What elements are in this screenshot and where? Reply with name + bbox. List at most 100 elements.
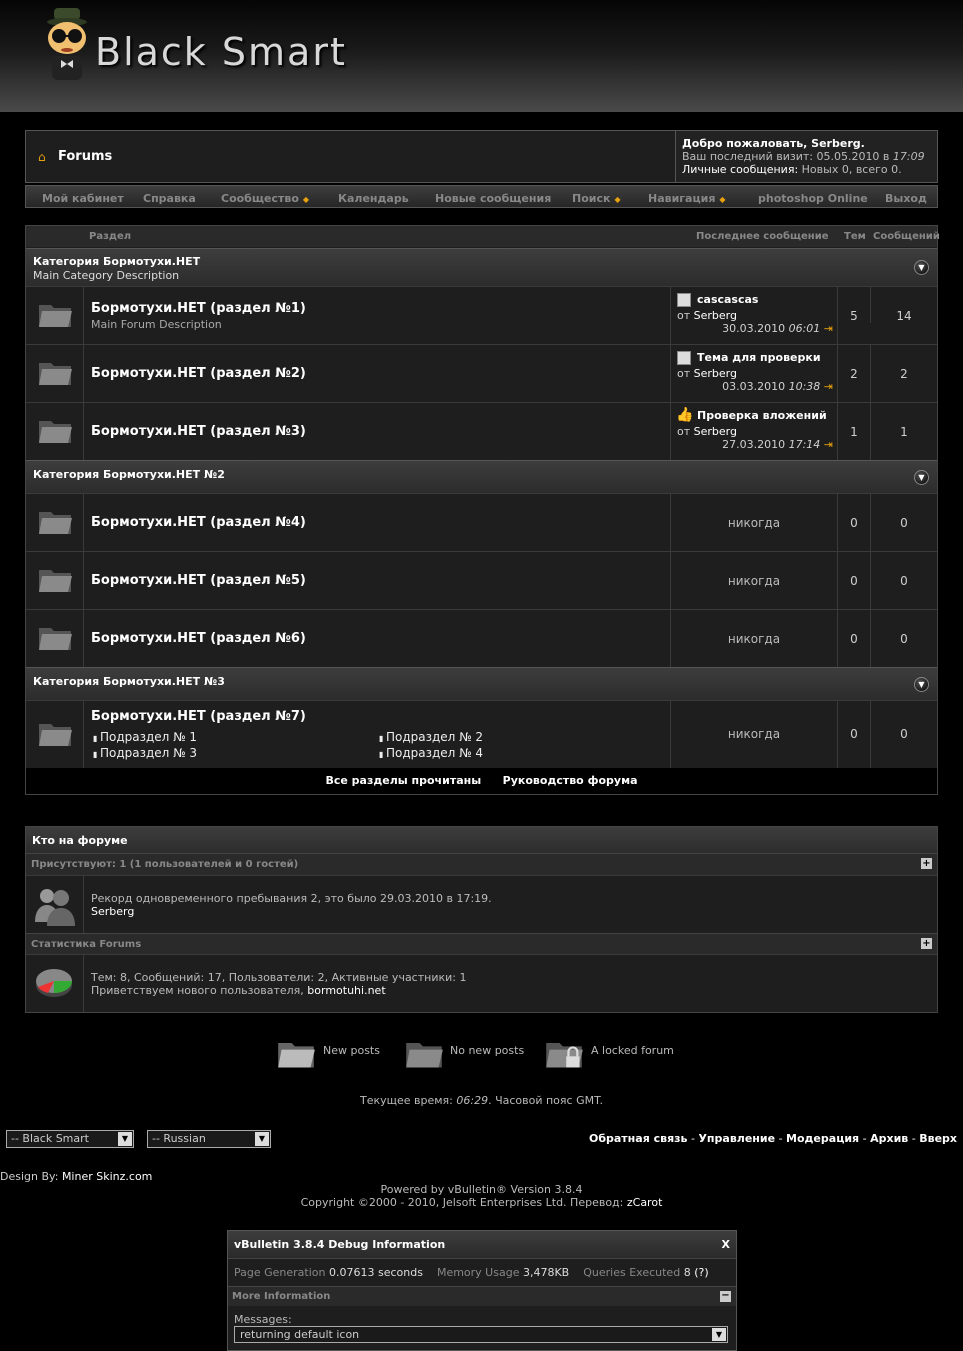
menu-photoshop-online[interactable]: photoshop Online xyxy=(758,192,868,205)
expand-icon[interactable]: + xyxy=(921,938,932,949)
threads-count-6: 0 xyxy=(850,632,858,646)
page-header: Black Smart xyxy=(0,0,963,112)
last-post-title-1[interactable]: cascascas xyxy=(697,293,758,306)
subforum-4[interactable]: ▮ Подраздел № 4 xyxy=(379,746,483,760)
last-post-author-2[interactable]: Serberg xyxy=(694,367,737,380)
more-info-label: More Information xyxy=(232,1291,331,1302)
breadcrumb-forums[interactable]: Forums xyxy=(58,149,112,164)
menu-logout[interactable]: Выход xyxy=(885,192,927,205)
forum-row-1: Бормотухи.НЕТ (раздел №1) Main Forum Des… xyxy=(26,286,937,344)
threads-count-4: 0 xyxy=(850,516,858,530)
category-title-2[interactable]: Категория Бормотухи.НЕТ №2 xyxy=(33,468,225,481)
forum-desc-1: Main Forum Description xyxy=(91,318,222,331)
category-header-3: Категория Бормотухи.НЕТ №3 ▼ xyxy=(26,667,937,700)
dropdown-diamond-icon: ◆ xyxy=(719,195,726,204)
forum-title-4[interactable]: Бормотухи.НЕТ (раздел №4) xyxy=(91,515,306,530)
messages-label: Messages: xyxy=(234,1313,292,1326)
debug-title: vBulletin 3.8.4 Debug Information xyxy=(234,1238,446,1251)
collapse-minus-icon[interactable]: − xyxy=(720,1291,731,1302)
forum-title-2[interactable]: Бормотухи.НЕТ (раздел №2) xyxy=(91,366,306,381)
collapse-icon[interactable]: ▼ xyxy=(914,470,929,485)
forum-title-1[interactable]: Бормотухи.НЕТ (раздел №1) xyxy=(91,301,306,316)
subforum-1[interactable]: ▮ Подраздел № 1 xyxy=(93,730,197,744)
online-user-serberg[interactable]: Serberg xyxy=(91,905,134,918)
last-post-author-3[interactable]: Serberg xyxy=(694,425,737,438)
menu-my-profile[interactable]: Мой кабинет xyxy=(42,192,124,205)
top-link[interactable]: Вверх xyxy=(919,1132,957,1145)
welcome-username[interactable]: Serberg xyxy=(811,137,860,150)
expand-icon[interactable]: + xyxy=(921,858,932,869)
forum-title-3[interactable]: Бормотухи.НЕТ (раздел №3) xyxy=(91,424,306,439)
contact-link[interactable]: Обратная связь xyxy=(589,1132,688,1145)
threads-count-3: 1 xyxy=(850,425,858,439)
design-link[interactable]: Miner Skinz.com xyxy=(62,1170,152,1183)
forum-title-7[interactable]: Бормотухи.НЕТ (раздел №7) xyxy=(91,709,306,724)
forum-title-6[interactable]: Бормотухи.НЕТ (раздел №6) xyxy=(91,631,306,646)
category-title-1[interactable]: Категория Бормотухи.НЕТ xyxy=(33,255,200,268)
queries-label: Queries Executed xyxy=(583,1266,684,1279)
collapse-icon[interactable]: ▼ xyxy=(914,677,929,692)
close-icon[interactable]: X xyxy=(722,1238,730,1251)
subforum-icon: ▮ xyxy=(93,734,100,743)
subforum-3[interactable]: ▮ Подраздел № 3 xyxy=(93,746,197,760)
new-user-link[interactable]: bormotuhi.net xyxy=(307,984,385,997)
col-threads: Тем xyxy=(844,231,866,242)
present-label[interactable]: Присутствуют: 1 (1 пользователей и 0 гос… xyxy=(31,859,298,870)
pm-label[interactable]: Личные сообщения: xyxy=(682,163,802,176)
new-posts-folder-icon xyxy=(278,1043,315,1068)
menu-community[interactable]: Сообщество ◆ xyxy=(221,192,309,205)
menu-navigation[interactable]: Навигация ◆ xyxy=(648,192,726,205)
last-post-author-1[interactable]: Serberg xyxy=(694,309,737,322)
copyright-text: Copyright ©2000 - 2010, Jelsoft Enterpri… xyxy=(300,1196,627,1209)
forum-title-5[interactable]: Бормотухи.НЕТ (раздел №5) xyxy=(91,573,306,588)
archive-link[interactable]: Архив xyxy=(870,1132,908,1145)
menu-help[interactable]: Справка xyxy=(143,192,196,205)
whos-online-title[interactable]: Кто на форуме xyxy=(32,834,128,847)
mark-all-read-link[interactable]: Все разделы прочитаны xyxy=(325,774,481,787)
go-last-post-icon[interactable]: ⇥ xyxy=(824,380,833,393)
forum-status-cell xyxy=(26,701,84,768)
last-post-by-3: от Serberg xyxy=(677,425,737,438)
subforum-2[interactable]: ▮ Подраздел № 2 xyxy=(379,730,483,744)
menu-search[interactable]: Поиск ◆ xyxy=(572,192,621,205)
by-label: от xyxy=(677,367,694,380)
last-post-date-1: 30.03.2010 06:01 ⇥ xyxy=(722,322,833,335)
collapse-icon[interactable]: ▼ xyxy=(914,260,929,275)
users-icon xyxy=(35,889,75,926)
forum-table-footer: Все разделы прочитаны Руководство форума xyxy=(26,768,937,794)
menu-calendar[interactable]: Календарь xyxy=(338,192,409,205)
messages-select[interactable]: returning default icon ▼ xyxy=(234,1326,728,1343)
go-last-post-icon[interactable]: ⇥ xyxy=(824,438,833,451)
style-select-value: -- Black Smart xyxy=(11,1132,89,1145)
time-value: 06:29 xyxy=(456,1094,489,1107)
page-gen-label: Page Generation xyxy=(234,1266,329,1279)
go-last-post-icon[interactable]: ⇥ xyxy=(824,322,833,335)
no-new-posts-folder-icon xyxy=(406,1043,443,1068)
last-post-never-7: никогда xyxy=(670,701,838,768)
last-post-never-5: никогда xyxy=(670,552,838,609)
language-select[interactable]: -- Russian ▼ xyxy=(147,1130,271,1148)
style-select[interactable]: -- Black Smart ▼ xyxy=(6,1130,134,1148)
admin-link[interactable]: Управление xyxy=(698,1132,775,1145)
date: 27.03.2010 xyxy=(722,438,789,451)
last-post-title-2[interactable]: Тема для проверки xyxy=(697,351,821,364)
moderation-link[interactable]: Модерация xyxy=(786,1132,859,1145)
menu-new-posts[interactable]: Новые сообщения xyxy=(435,192,551,205)
category-title-3[interactable]: Категория Бормотухи.НЕТ №3 xyxy=(33,675,225,688)
dropdown-diamond-icon: ◆ xyxy=(614,195,621,204)
folder-icon xyxy=(39,305,72,327)
translator-link[interactable]: zCarot xyxy=(627,1196,663,1209)
logo-text[interactable]: Black Smart xyxy=(95,30,347,74)
last-post-cell: cascascas от Serberg 30.03.2010 06:01 ⇥ xyxy=(670,287,838,344)
forum-status-cell xyxy=(26,552,84,609)
logo-mascot-icon[interactable] xyxy=(42,6,94,82)
posts-count-7: 0 xyxy=(870,701,937,768)
home-icon[interactable]: ⌂ xyxy=(38,150,46,164)
welcome-prefix: Добро пожаловать, xyxy=(682,137,812,150)
forum-guide-link[interactable]: Руководство форума xyxy=(503,774,638,787)
last-post-title-3[interactable]: Проверка вложений xyxy=(697,409,827,422)
chevron-down-icon: ▼ xyxy=(712,1328,726,1341)
last-post-by-2: от Serberg xyxy=(677,367,737,380)
queries-link[interactable]: (?) xyxy=(694,1266,708,1279)
last-post-date-3: 27.03.2010 17:14 ⇥ xyxy=(722,438,833,451)
